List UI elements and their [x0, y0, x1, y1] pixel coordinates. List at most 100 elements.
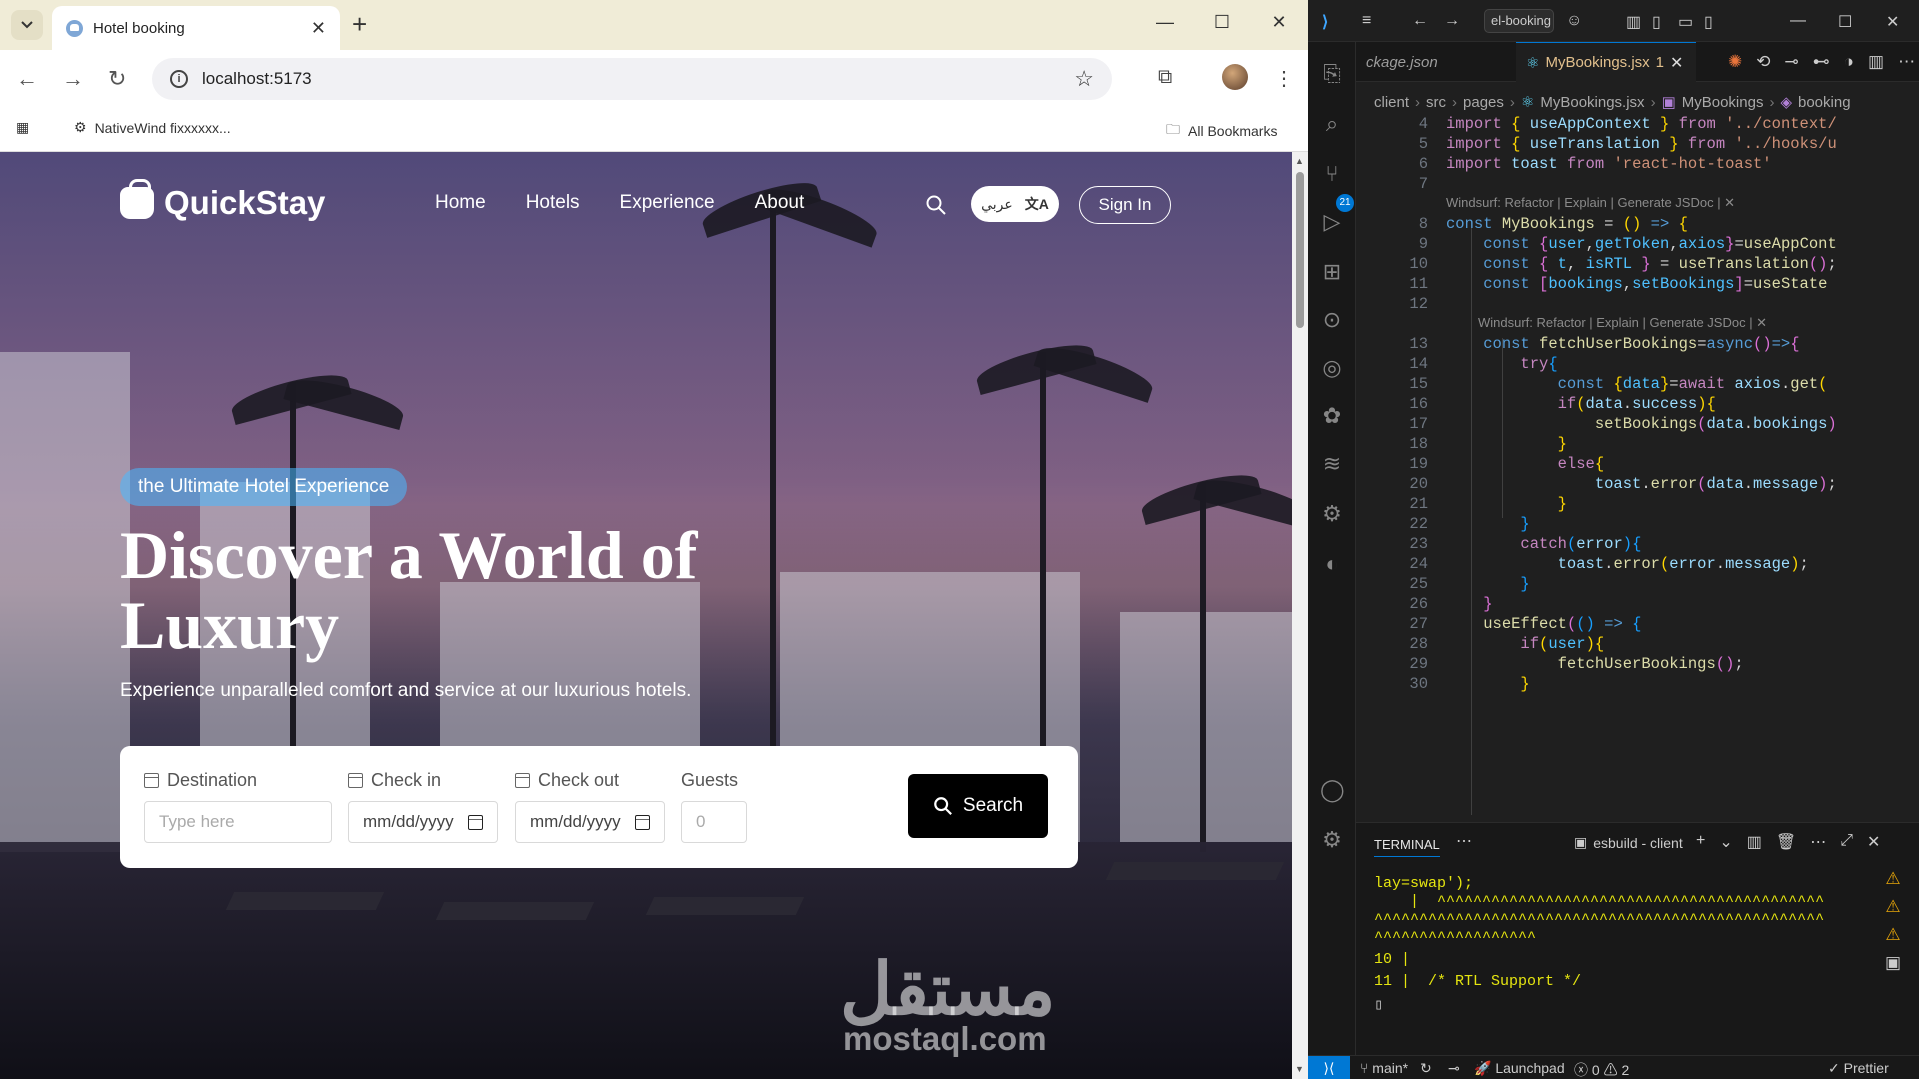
split-editor-icon[interactable]: ▥ [1868, 52, 1884, 72]
git-branch[interactable]: ⑂ main* [1360, 1060, 1408, 1076]
bookmark-item[interactable]: ⚙ NativeWind fixxxxxx... [74, 119, 231, 136]
sync-icon[interactable]: ↻ [1420, 1060, 1432, 1077]
git-commit-icon[interactable]: ⊸ [1785, 52, 1799, 72]
nav-home[interactable]: Home [435, 192, 486, 214]
maximize-panel-icon[interactable]: ⤢ [1840, 832, 1853, 852]
trash-icon[interactable]: 🗑 [1776, 832, 1796, 852]
site-logo[interactable]: QuickStay [120, 179, 325, 222]
close-tab-icon[interactable]: ✕ [311, 18, 326, 39]
page-scrollbar[interactable]: ▲ ▼ [1292, 152, 1308, 1079]
terminal-tab[interactable]: TERMINAL [1374, 837, 1440, 857]
panel-toggle-icon[interactable]: ▭ [1678, 12, 1693, 32]
forward-icon[interactable]: → [62, 66, 84, 92]
site-info-icon[interactable]: i [170, 70, 188, 88]
breadcrumb-item[interactable]: src [1426, 94, 1446, 111]
layout-icon[interactable]: ▥ [1626, 12, 1641, 32]
remote-explorer-icon[interactable]: ◎ [1320, 356, 1344, 380]
terminal-selector[interactable]: ▣ esbuild - client [1574, 834, 1683, 851]
prettier-status[interactable]: ✓ Prettier [1828, 1060, 1889, 1077]
copilot-icon[interactable]: ☺ [1566, 12, 1582, 30]
tab-search-button[interactable] [11, 10, 43, 40]
destination-input[interactable]: Type here [144, 801, 332, 843]
search-button[interactable]: Search [908, 774, 1048, 838]
address-bar[interactable]: i localhost:5173 ☆ [152, 58, 1112, 100]
guests-input[interactable]: 0 [681, 801, 747, 843]
extensions-icon[interactable]: ⊞ [1320, 260, 1344, 284]
git-graph-icon[interactable]: ⊙ [1320, 308, 1344, 332]
breadcrumb-item[interactable]: pages [1463, 94, 1504, 111]
close-tab-icon[interactable]: ✕ [1670, 53, 1683, 73]
nav-about[interactable]: About [755, 192, 805, 214]
date-picker-icon[interactable] [468, 814, 483, 830]
split-terminal-icon[interactable]: ▥ [1747, 832, 1762, 852]
git-graph-status-icon[interactable]: ⊸ [1448, 1060, 1460, 1077]
scroll-thumb[interactable] [1296, 172, 1304, 328]
windsurf-icon[interactable]: ≋ [1320, 452, 1344, 476]
minimap[interactable] [1868, 122, 1919, 822]
all-bookmarks[interactable]: 🗀 All Bookmarks [1166, 119, 1277, 143]
more-icon[interactable]: ⋯ [1456, 831, 1472, 851]
minimize-icon[interactable]: — [1790, 12, 1806, 30]
settings-gear-icon[interactable]: ⚙ [1320, 828, 1344, 852]
breadcrumb-item[interactable]: client [1374, 94, 1409, 111]
launchpad[interactable]: 🚀 Launchpad [1474, 1060, 1565, 1077]
nav-hotels[interactable]: Hotels [526, 192, 580, 214]
problems-indicator[interactable]: ⓧ 0 ⚠ 2 [1574, 1060, 1629, 1079]
bookmark-star-icon[interactable]: ☆ [1074, 66, 1094, 92]
command-center[interactable]: el-booking [1484, 9, 1554, 33]
openai-icon[interactable]: ⚙ [1320, 502, 1344, 526]
minimize-icon[interactable]: — [1152, 12, 1178, 33]
scroll-down-icon[interactable]: ▼ [1295, 1064, 1304, 1074]
close-window-icon[interactable]: ✕ [1886, 12, 1899, 32]
search-icon[interactable]: ⌕ [1320, 112, 1344, 136]
scroll-up-icon[interactable]: ▲ [1295, 156, 1304, 166]
timeline-icon[interactable]: ◑ [1844, 52, 1854, 72]
remote-indicator-icon[interactable]: ⟩⟨ [1308, 1056, 1350, 1079]
tab-mybookings[interactable]: ⚛ MyBookings.jsx 1 ✕ [1516, 42, 1696, 82]
sidebar-toggle-icon[interactable]: ▯ [1652, 12, 1661, 32]
new-tab-button[interactable]: + [352, 8, 367, 40]
compare-icon[interactable]: ⟲ [1756, 52, 1770, 72]
close-panel-icon[interactable]: ✕ [1867, 832, 1880, 852]
codelens[interactable]: Windsurf: Refactor | Explain | Generate … [1478, 315, 1767, 335]
gitlens-icon[interactable]: ✿ [1320, 404, 1344, 428]
warning-icon[interactable]: ⚠ [1878, 869, 1908, 897]
profile-avatar[interactable] [1222, 64, 1248, 90]
language-toggle[interactable]: عربي 文A [971, 186, 1059, 222]
breadcrumb-item[interactable]: MyBookings [1682, 94, 1764, 111]
copilot-chat-icon[interactable]: ◐ [1320, 552, 1344, 576]
apps-grid-icon[interactable]: ▦ [16, 119, 29, 136]
close-window-icon[interactable]: ✕ [1266, 12, 1292, 33]
browser-tab[interactable]: Hotel booking ✕ [52, 6, 340, 50]
back-icon[interactable]: ← [16, 66, 38, 92]
terminal-icon[interactable]: ▣ [1878, 953, 1908, 981]
search-icon[interactable] [925, 194, 947, 216]
source-control-icon[interactable]: ⑂ [1320, 162, 1344, 186]
checkout-input[interactable]: mm/dd/yyyy [515, 801, 665, 843]
more-menu-icon[interactable]: ⋮ [1274, 66, 1294, 91]
breadcrumb-item[interactable]: booking [1798, 94, 1851, 111]
nav-back-icon[interactable]: ← [1412, 12, 1428, 30]
maximize-icon[interactable]: ☐ [1209, 12, 1235, 33]
nav-forward-icon[interactable]: → [1444, 12, 1460, 30]
warning-icon[interactable]: ⚠ [1878, 925, 1908, 953]
tab-package-json[interactable]: ckage.json [1356, 42, 1516, 82]
hamburger-menu-icon[interactable]: ≡ [1362, 12, 1371, 30]
sign-in-button[interactable]: Sign In [1079, 186, 1171, 224]
warning-icon[interactable]: ⚠ [1878, 897, 1908, 925]
claude-icon[interactable]: ✺ [1728, 52, 1742, 72]
extensions-icon[interactable]: ⧉ [1158, 66, 1172, 89]
codelens[interactable]: Windsurf: Refactor | Explain | Generate … [1446, 195, 1735, 215]
reload-icon[interactable]: ↻ [108, 66, 126, 92]
new-terminal-icon[interactable]: + [1696, 832, 1705, 852]
date-picker-icon[interactable] [635, 814, 650, 830]
run-debug-icon[interactable]: ▷ [1320, 210, 1344, 234]
chevron-down-icon[interactable]: ⌄ [1719, 832, 1732, 852]
breadcrumb-item[interactable]: MyBookings.jsx [1540, 94, 1644, 111]
explorer-icon[interactable]: ⎘ [1320, 62, 1344, 86]
checkin-input[interactable]: mm/dd/yyyy [348, 801, 498, 843]
git-next-icon[interactable]: ⊷ [1813, 52, 1830, 72]
more-icon[interactable]: ⋯ [1810, 832, 1826, 852]
more-actions-icon[interactable]: ⋯ [1898, 52, 1915, 72]
maximize-icon[interactable]: ☐ [1838, 12, 1852, 32]
